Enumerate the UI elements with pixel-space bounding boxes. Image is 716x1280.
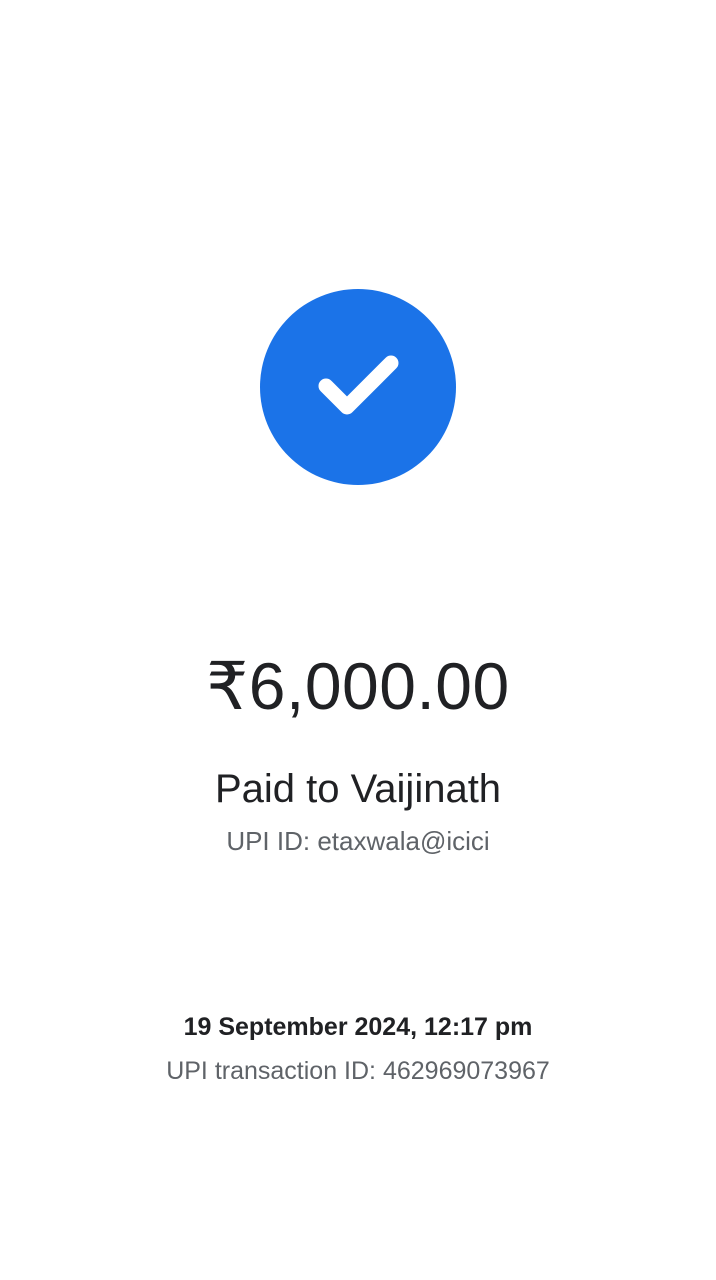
transaction-datetime: 19 September 2024, 12:17 pm [183, 1013, 533, 1041]
checkmark-icon [318, 355, 399, 415]
recipient-upi-id: UPI ID: etaxwala@icici [226, 826, 490, 856]
transaction-id: UPI transaction ID: 462969073967 [166, 1057, 550, 1085]
recipient-name: Paid to Vaijinath [214, 767, 502, 811]
check-circle-icon [260, 289, 456, 485]
payment-amount: ₹6,000.00 [206, 649, 510, 723]
payment-success-screen: ₹6,000.00 Paid to Vaijinath UPI ID: etax… [0, 0, 716, 1280]
